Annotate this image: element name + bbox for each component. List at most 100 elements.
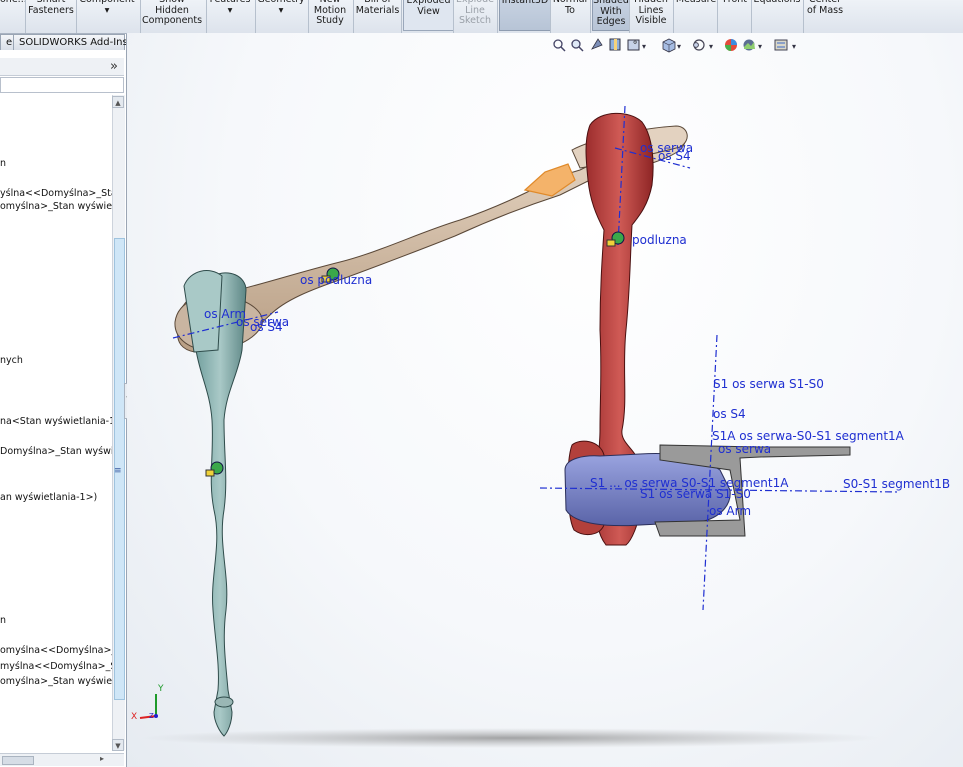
ribbon-explode-line-sketch-button[interactable]: ExplodeLineSketch [455, 0, 495, 29]
zoom-to-fit-icon[interactable] [553, 39, 566, 52]
ribbon-button-label: Sketch [458, 15, 491, 26]
tree-item[interactable]: an wyświetlania-1>) [0, 492, 112, 504]
command-ribbon: one...SmartFastenersComponent▾ShowHidden… [0, 0, 963, 34]
ribbon-new-motion-study-button[interactable]: NewMotionStudy [310, 0, 350, 29]
section-view-icon[interactable] [609, 38, 621, 51]
view-orientation-icon[interactable] [662, 38, 676, 53]
dropdown-arrow-icon[interactable]: ▾ [642, 42, 646, 51]
ribbon-features-button[interactable]: Features▾ [208, 0, 252, 29]
tree-item[interactable]: omyślna>_Stan wyświetlar [0, 201, 112, 213]
dropdown-arrow-icon[interactable]: ▾ [677, 42, 681, 51]
ribbon-button-label: Equations [753, 0, 801, 6]
axis-label-segment1b[interactable]: S0-S1 segment1B [843, 477, 950, 491]
panel-header: » [0, 58, 124, 76]
dropdown-arrow-icon[interactable]: ▾ [709, 42, 713, 51]
ribbon-button-label: View [417, 5, 440, 17]
ribbon-separator [453, 0, 454, 33]
apply-scene-icon[interactable] [743, 39, 756, 51]
ribbon-button-label: To [564, 4, 575, 16]
scroll-right-arrow-icon[interactable]: ▸ [100, 754, 104, 763]
ribbon-show-hidden-components-button[interactable]: ShowHiddenComponents [142, 0, 202, 29]
ribbon-smart-fasteners-button[interactable]: SmartFasteners [27, 0, 75, 29]
view-settings-icon[interactable] [774, 39, 788, 51]
ribbon-shaded-with-edges-button[interactable]: Shaded With Edges [592, 0, 630, 31]
ribbon-button-label: Study [316, 15, 344, 26]
ribbon-separator [717, 0, 718, 33]
triad-z-label: Z [149, 712, 154, 720]
ribbon-button-label: Front [719, 0, 751, 6]
axis-label-os-s4-left[interactable]: os S4 [250, 320, 283, 334]
tree-item[interactable]: n [0, 615, 112, 627]
ribbon-separator [206, 0, 207, 33]
tab-solidworks-add-ins[interactable]: SOLIDWORKS Add-Ins [13, 34, 128, 50]
display-style-icon[interactable] [693, 39, 705, 51]
ribbon-normal-to-button[interactable]: NormalTo [552, 0, 588, 29]
edit-appearance-icon[interactable] [725, 39, 737, 51]
previous-view-icon[interactable] [591, 38, 603, 50]
dropdown-arrow-icon[interactable]: ▾ [758, 42, 762, 51]
ribbon-button-label: one... [0, 0, 27, 6]
tree-item[interactable]: nych [0, 355, 112, 367]
ribbon-separator [497, 0, 498, 33]
ribbon-separator [401, 0, 402, 33]
zoom-to-area-icon[interactable] [571, 39, 584, 52]
ribbon-equations-button[interactable]: Equations [753, 0, 801, 29]
ribbon-separator [353, 0, 354, 33]
axis-label-s1-os-serwa[interactable]: S1 os serwa S1-S0 [713, 377, 824, 391]
ribbon-separator [308, 0, 309, 33]
feature-manager-panel: » n yślna<<Domyślna>_Stan omyślna>_Stan wy… [0, 50, 127, 767]
ribbon-button-label: Instant3D [501, 0, 549, 6]
tree-vertical-scrollbar[interactable] [112, 95, 125, 750]
heads-up-view-toolbar: ⚙ ▾ ▾ ▾ ▾ ▾ [553, 38, 796, 53]
dynamic-annotation-views-icon[interactable]: ⚙ [627, 39, 640, 51]
ribbon-hidden-lines-visible-button[interactable]: HiddenLinesVisible [631, 0, 671, 29]
tree-item[interactable]: omyślna>_Stan wyświetla [0, 676, 112, 688]
tree-filter-input[interactable] [0, 77, 124, 93]
ribbon-button-label: Components [142, 15, 203, 26]
ribbon-component-button[interactable]: Component▾ [78, 0, 136, 29]
axis-label-os-serwa-base[interactable]: os serwa [718, 442, 771, 456]
axis-label-os-arm-base[interactable]: os Arm [709, 504, 751, 518]
axis-label-podluzna-top[interactable]: podluzna [632, 233, 687, 247]
axis-label-os-podluzna-mid[interactable]: os podluzna [300, 273, 372, 287]
expand-chevron-icon[interactable]: » [110, 59, 118, 74]
dropdown-arrow-icon[interactable]: ▾ [792, 42, 796, 51]
ribbon-button-label: Fasteners [28, 4, 74, 16]
tree-item[interactable]: Domyślna>_Stan wyświe [0, 446, 112, 458]
tree-item[interactable]: na<Stan wyświetlania-1> [0, 416, 112, 428]
tree-item[interactable]: omyślna<<Domyślna>_St [0, 645, 112, 657]
axis-label-s1-os-serwa-low[interactable]: S1 os serwa S1-S0 [640, 487, 751, 501]
scroll-down-arrow-icon[interactable]: ▼ [112, 739, 124, 751]
list-icon[interactable]: ≡ [114, 466, 122, 476]
ribbon-front-button[interactable]: Front [719, 0, 751, 29]
ribbon-button-label: ▾ [227, 4, 233, 16]
ribbon-button-label: Measure [675, 0, 717, 6]
hscroll-thumb[interactable] [2, 756, 34, 765]
ribbon-separator [803, 0, 804, 33]
ribbon-measure-button[interactable]: Measure [675, 0, 717, 29]
triad-x-label: X [131, 712, 138, 722]
ribbon-separator [751, 0, 752, 33]
tree-item[interactable]: yślna<<Domyślna>_Stan [0, 188, 112, 200]
ribbon-separator [140, 0, 141, 33]
tree-item[interactable]: n [0, 158, 112, 170]
ribbon-instant3d-button[interactable]: Instant3D [499, 0, 551, 31]
ribbon-bill-of-materials-button[interactable]: Bill ofMaterials [355, 0, 400, 29]
tree-horizontal-scrollbar[interactable]: ▸ [0, 753, 124, 766]
ribbon-center-of-mass-button[interactable]: Centerof Mass [805, 0, 845, 29]
ribbon-separator [590, 0, 591, 33]
axis-label-s1a-os-serwa[interactable]: S1A os serwa-S0-S1 segment1A [712, 429, 904, 443]
graphics-viewport[interactable] [127, 33, 963, 767]
ribbon-button-label: Visible [635, 15, 667, 26]
axis-label-os-s4-base[interactable]: os S4 [713, 407, 746, 421]
ribbon-button-label: Edges [596, 16, 626, 27]
tree-item[interactable]: myślna<<Domyślna>_Stan wyświetlar [0, 661, 112, 673]
scroll-up-arrow-icon[interactable]: ▲ [112, 96, 124, 108]
ribbon-button-label: Materials [355, 4, 400, 16]
ribbon-exploded-view-button[interactable]: Exploded View [403, 0, 454, 31]
axis-label-os-s4-top[interactable]: os S4 [658, 149, 691, 163]
ribbon-geometry-button[interactable]: Geometry▾ [257, 0, 305, 29]
ribbon-separator [550, 0, 551, 33]
ribbon-separator [673, 0, 674, 33]
ribbon-cone-button[interactable]: one... [0, 0, 27, 29]
